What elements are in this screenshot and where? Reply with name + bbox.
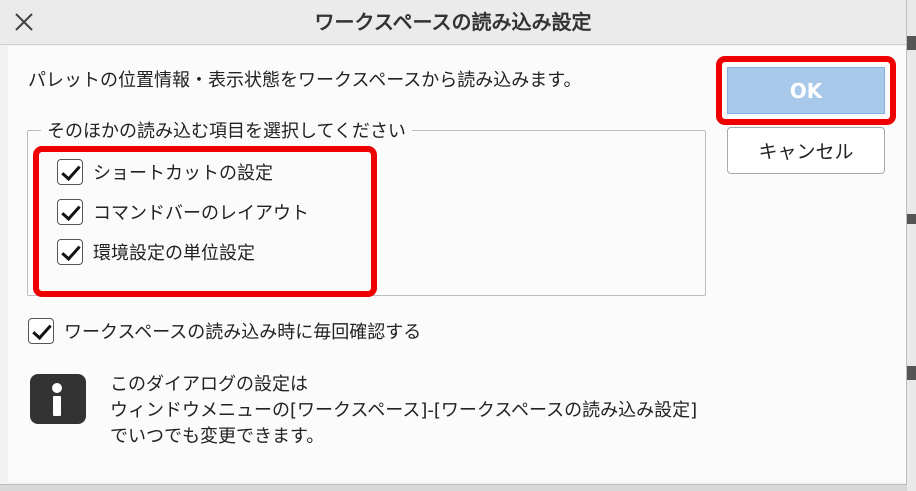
options-highlight-box xyxy=(33,146,377,297)
background-edge-mark xyxy=(907,214,916,224)
ok-highlight-box xyxy=(716,56,896,125)
option-confirm-every-time[interactable]: ワークスペースの読み込み時に毎回確認する xyxy=(28,318,421,344)
dialog-title: ワークスペースの読み込み設定 xyxy=(314,10,592,34)
background-window-edge xyxy=(907,0,916,491)
background-edge-mark xyxy=(907,36,916,50)
cancel-button[interactable]: キャンセル xyxy=(727,127,885,174)
close-button[interactable] xyxy=(10,8,38,36)
info-line-3: でいつでも変更できます。 xyxy=(110,426,325,447)
workspace-load-settings-dialog: ワークスペースの読み込み設定 パレットの位置情報・表示状態をワークスペースから読… xyxy=(0,0,907,485)
background-edge-mark xyxy=(907,366,916,380)
info-line-2: ウィンドウメニューの[ワークスペース]-[ワークスペースの読み込み設定] xyxy=(110,400,698,421)
title-bar: ワークスペースの読み込み設定 xyxy=(0,0,906,45)
confirm-every-time-checkbox[interactable] xyxy=(28,318,54,344)
group-label: そのほかの読み込む項目を選択してください xyxy=(41,117,412,143)
info-line-1: このダイアログの設定は xyxy=(110,374,308,395)
confirm-every-time-label: ワークスペースの読み込み時に毎回確認する xyxy=(64,322,422,343)
description-text: パレットの位置情報・表示状態をワークスペースから読み込みます。 xyxy=(28,70,582,91)
close-icon xyxy=(15,13,33,31)
info-icon xyxy=(30,374,86,424)
info-text: このダイアログの設定は ウィンドウメニューの[ワークスペース]-[ワークスペース… xyxy=(110,372,697,450)
